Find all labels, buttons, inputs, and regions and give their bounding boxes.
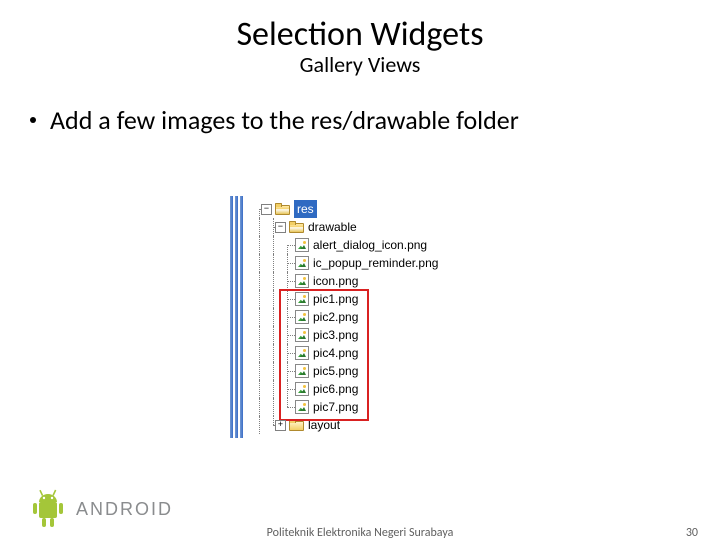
tree-label: pic1.png: [313, 290, 358, 308]
tree-node-file: pic5.png: [253, 362, 438, 380]
folder-open-icon: [275, 203, 290, 215]
slide-title: Selection Widgets: [0, 14, 720, 55]
image-file-icon: [295, 346, 309, 360]
tree-connector: [281, 326, 295, 344]
tree: − res − drawable alert_dialog_icon.png i…: [253, 196, 438, 438]
footer-text: Politeknik Elektronika Negeri Surabaya: [0, 526, 720, 540]
tree-node-file: icon.png: [253, 272, 438, 290]
tree-node-file: pic4.png: [253, 344, 438, 362]
folder-open-icon: [289, 221, 304, 233]
tree-label: pic2.png: [313, 308, 358, 326]
tree-node-file: ic_popup_reminder.png: [253, 254, 438, 272]
folder-icon: [289, 419, 304, 431]
explorer-tree-screenshot: − res − drawable alert_dialog_icon.png i…: [230, 196, 438, 438]
android-wordmark: ANDROID: [76, 499, 173, 520]
explorer-left-strip: [235, 196, 238, 438]
bullet-text: Add a few images to the res/drawable fol…: [50, 104, 519, 136]
image-file-icon: [295, 292, 309, 306]
image-file-icon: [295, 328, 309, 342]
tree-node-file: pic3.png: [253, 326, 438, 344]
tree-node-file: pic1.png: [253, 290, 438, 308]
tree-label: pic5.png: [313, 362, 358, 380]
tree-connector: [281, 398, 295, 416]
tree-connector: [281, 380, 295, 398]
tree-node-res: − res: [253, 200, 438, 218]
collapse-icon: −: [275, 222, 286, 233]
tree-connector: [281, 272, 295, 290]
tree-label: ic_popup_reminder.png: [313, 254, 438, 272]
image-file-icon: [295, 382, 309, 396]
tree-connector: [253, 218, 267, 236]
collapse-icon: −: [261, 204, 272, 215]
bullet-dot-icon: [30, 117, 36, 123]
image-file-icon: [295, 274, 309, 288]
tree-connector: [281, 344, 295, 362]
tree-node-layout: + layout: [253, 416, 438, 434]
tree-node-file: alert_dialog_icon.png: [253, 236, 438, 254]
tree-label: res: [294, 200, 317, 218]
page-number: 30: [686, 526, 698, 540]
tree-label: pic4.png: [313, 344, 358, 362]
tree-node-drawable: − drawable: [253, 218, 438, 236]
image-file-icon: [295, 400, 309, 414]
tree-label: icon.png: [313, 272, 358, 290]
bullet-item: Add a few images to the res/drawable fol…: [30, 104, 720, 136]
tree-label: drawable: [308, 218, 357, 236]
tree-node-file: pic6.png: [253, 380, 438, 398]
android-logo: ANDROID: [30, 488, 173, 530]
tree-label: pic7.png: [313, 398, 358, 416]
slide-subtitle: Gallery Views: [0, 51, 720, 78]
tree-node-file: pic7.png: [253, 398, 438, 416]
image-file-icon: [295, 256, 309, 270]
image-file-icon: [295, 310, 309, 324]
tree-connector: [281, 362, 295, 380]
expand-icon: +: [275, 420, 286, 431]
tree-connector: [281, 308, 295, 326]
tree-connector: [281, 254, 295, 272]
android-robot-icon: [30, 488, 66, 530]
tree-node-file: pic2.png: [253, 308, 438, 326]
tree-connector: [281, 236, 295, 254]
explorer-left-strip: [230, 196, 233, 438]
tree-label: layout: [308, 416, 340, 434]
tree-connector: [281, 290, 295, 308]
tree-label: pic3.png: [313, 326, 358, 344]
tree-label: pic6.png: [313, 380, 358, 398]
image-file-icon: [295, 364, 309, 378]
tree-label: alert_dialog_icon.png: [313, 236, 427, 254]
image-file-icon: [295, 238, 309, 252]
explorer-left-strip: [240, 196, 243, 438]
